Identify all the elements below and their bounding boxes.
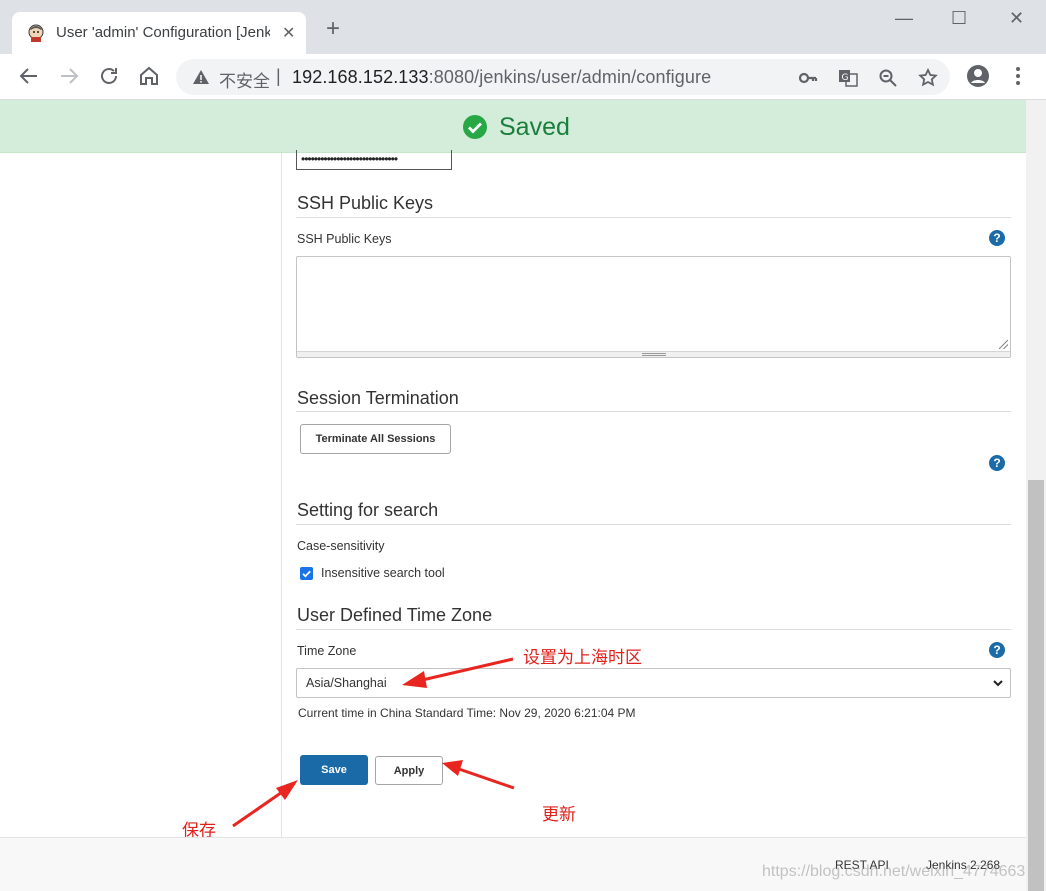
ssh-field-label: SSH Public Keys (297, 232, 392, 246)
url-path: :8080/jenkins/user/admin/configure (428, 67, 712, 87)
resize-grip-icon[interactable] (642, 353, 666, 356)
current-time-text: Current time in China Standard Time: Nov… (298, 706, 636, 720)
browser-tab[interactable]: User 'admin' Configuration [Jenkins] ✕ (12, 12, 306, 54)
star-bookmark-icon[interactable] (918, 68, 938, 88)
address-bar[interactable]: 不安全 | 192.168.152.133:8080/jenkins/user/… (176, 59, 950, 95)
sidebar-divider (281, 153, 282, 837)
session-section-rule (296, 411, 1011, 412)
check-circle-icon (463, 115, 487, 139)
terminate-sessions-button[interactable]: Terminate All Sessions (300, 424, 451, 454)
key-icon[interactable] (798, 68, 818, 88)
warning-triangle-icon (193, 70, 209, 84)
search-section-rule (296, 524, 1011, 525)
timezone-help-icon[interactable]: ? (989, 642, 1005, 658)
timezone-field-label: Time Zone (297, 644, 357, 658)
url-host: 192.168.152.133 (292, 67, 429, 87)
saved-notification: Saved (0, 100, 1026, 153)
tab-close-icon[interactable]: ✕ (282, 23, 295, 43)
session-section-title: Session Termination (297, 388, 459, 408)
watermark-text: https://blog.csdn.net/weixin_47746630 (762, 863, 1035, 880)
window-maximize-icon[interactable]: ☐ (951, 8, 967, 29)
page-scrollbar[interactable] (1026, 100, 1046, 891)
textarea-resize-bar[interactable] (297, 351, 1010, 357)
apply-arrow-icon (442, 760, 515, 790)
timezone-section-title: User Defined Time Zone (297, 605, 493, 625)
session-help-icon[interactable]: ? (989, 455, 1005, 471)
browser-tab-bar: User 'admin' Configuration [Jenkins] ✕ +… (0, 0, 1046, 54)
jenkins-favicon-icon (28, 24, 44, 42)
new-tab-button[interactable]: + (326, 17, 340, 41)
window-minimize-icon[interactable]: — (895, 8, 913, 29)
search-section-title: Setting for search (297, 500, 439, 520)
timezone-section-rule (296, 629, 1011, 630)
save-button[interactable]: Save (300, 755, 368, 785)
tab-title: User 'admin' Configuration [Jenkins] (56, 24, 270, 41)
ssh-keys-textarea[interactable] (296, 256, 1011, 358)
browser-toolbar: 不安全 | 192.168.152.133:8080/jenkins/user/… (0, 54, 1046, 100)
insensitive-search-checkbox[interactable] (300, 567, 313, 580)
svg-text:G: G (842, 73, 849, 83)
ssh-help-icon[interactable]: ? (989, 230, 1005, 246)
timezone-selected-value: Asia/Shanghai (306, 676, 387, 690)
save-arrow-icon (232, 780, 298, 828)
menu-kebab-icon[interactable] (1006, 64, 1030, 88)
saved-text: Saved (499, 113, 570, 141)
timezone-select[interactable]: Asia/Shanghai (296, 668, 1011, 698)
password-field[interactable]: •••••••••••••••••••••••••••••• (296, 150, 452, 170)
reload-icon[interactable] (97, 64, 121, 88)
scrollbar-thumb[interactable] (1028, 480, 1044, 891)
resize-corner-icon[interactable] (999, 340, 1008, 349)
window-close-icon[interactable]: ✕ (1009, 8, 1024, 29)
insecure-label[interactable]: 不安全 (219, 67, 270, 92)
ssh-section-rule (296, 217, 1011, 218)
url-separator: | (276, 66, 281, 86)
case-sensitivity-label: Case-sensitivity (297, 539, 385, 553)
timezone-annotation: 设置为上海时区 (523, 648, 642, 668)
apply-button[interactable]: Apply (375, 756, 443, 785)
insensitive-search-label[interactable]: Insensitive search tool (321, 566, 445, 580)
forward-arrow-icon[interactable] (57, 64, 81, 88)
apply-annotation: 更新 (542, 805, 576, 825)
home-icon[interactable] (137, 64, 161, 88)
ssh-section-title: SSH Public Keys (297, 193, 434, 213)
back-arrow-icon[interactable] (17, 64, 41, 88)
zoom-icon[interactable] (878, 68, 898, 88)
chevron-down-icon (993, 680, 1003, 687)
profile-avatar-icon[interactable] (966, 64, 990, 88)
translate-icon[interactable]: G (838, 68, 858, 88)
url-text[interactable]: 192.168.152.133:8080/jenkins/user/admin/… (292, 67, 711, 88)
